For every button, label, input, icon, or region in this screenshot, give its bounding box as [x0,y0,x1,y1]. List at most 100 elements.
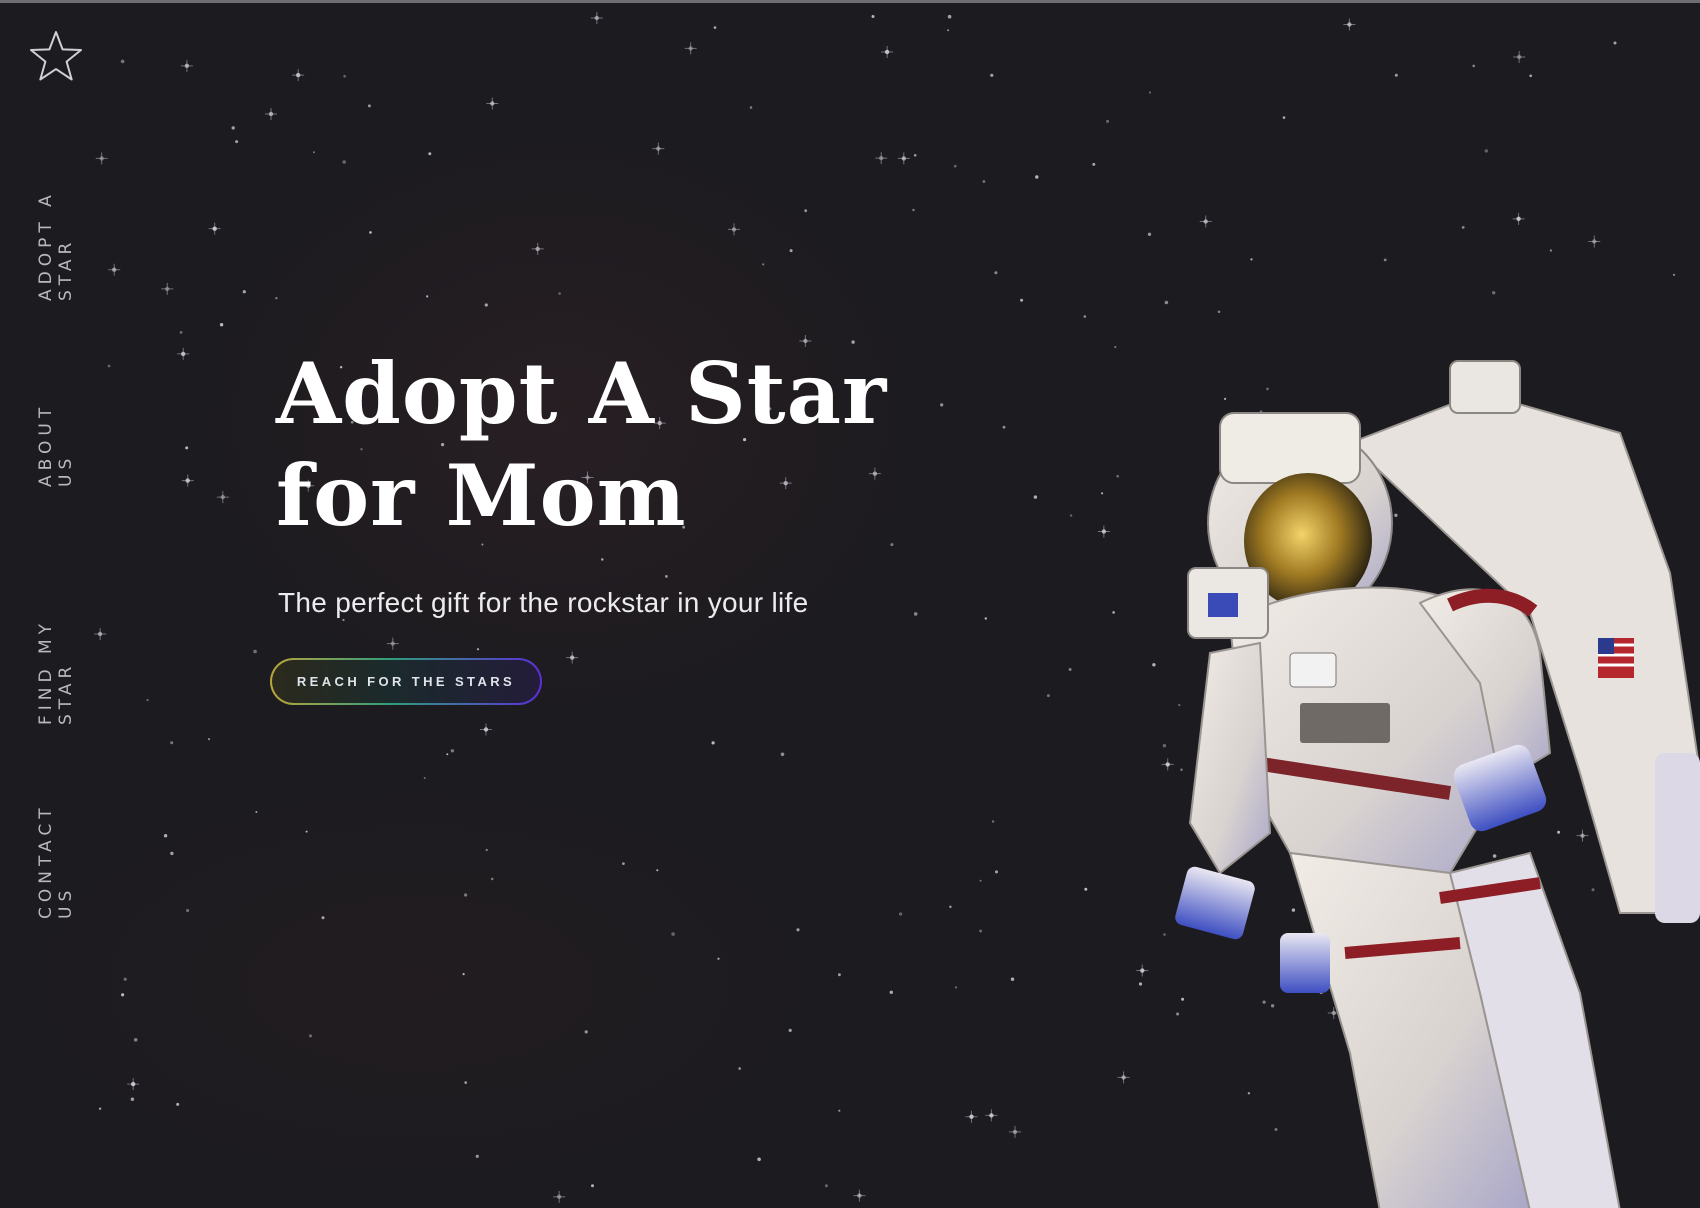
side-navigation: ADOPT A STAR ABOUT US FIND MY STAR CONTA… [36,3,76,1208]
nav-find-my-star[interactable]: FIND MY STAR [36,551,76,725]
star-sparkle [1136,964,1149,977]
star-sparkle [479,723,492,736]
hero-section: Adopt A Star for Mom The perfect gift fo… [276,343,896,619]
star-dot [367,104,371,108]
star-sparkle [486,97,499,110]
star-dot [428,152,432,156]
star-sparkle [161,282,174,295]
star-dot [1084,887,1088,891]
star-dot [123,977,127,981]
star-sparkle [566,651,579,664]
star-sparkle [684,42,697,55]
star-dot [369,231,372,234]
star-dot [207,738,211,741]
star-dot [1472,64,1475,68]
star-dot [1147,232,1152,236]
star-sparkle [1343,18,1356,31]
star-dot [995,870,998,874]
star-dot [170,851,174,856]
star-sparkle [1097,525,1110,538]
star-dot [121,993,125,997]
star-sparkle [180,59,193,72]
star-dot [994,271,998,275]
star-dot [484,303,488,307]
star-sparkle [728,223,741,236]
star-dot [1069,514,1073,517]
star-dot [1068,668,1072,671]
star-dot [1002,425,1006,429]
star-dot [947,14,952,19]
star-dot [343,74,346,78]
star-dot [426,295,429,298]
star-dot [913,612,918,616]
star-sparkle [881,45,894,58]
star-dot [1383,258,1387,262]
star-dot [762,263,765,266]
star-dot [979,929,982,933]
star-dot [671,932,675,936]
reach-for-the-stars-button[interactable]: REACH FOR THE STARS [270,658,542,705]
star-dot [947,29,950,32]
star-dot [717,957,720,960]
star-dot [242,290,246,294]
hero-title: Adopt A Star for Mom [276,343,896,547]
star-dot [1672,273,1676,276]
star-dot [423,777,426,779]
star-dot [824,1184,828,1188]
star-dot [838,973,841,977]
star-dot [953,164,957,168]
star-sparkle [127,1078,140,1091]
star-dot [982,180,986,183]
star-dot [1092,162,1096,166]
star-sparkle [95,152,108,165]
star-dot [789,249,793,253]
star-dot [591,1184,594,1188]
star-sparkle [94,628,107,641]
star-dot [235,140,239,144]
nav-adopt-a-star[interactable]: ADOPT A STAR [36,123,76,301]
star-dot [321,916,325,920]
star-dot [749,106,753,109]
star-dot [913,154,917,157]
star-sparkle [965,1110,978,1123]
star-dot [107,364,111,368]
star-dot [979,879,982,882]
nav-about-us[interactable]: ABOUT US [36,365,76,487]
star-sparkle [1588,235,1601,248]
star-dot [1020,298,1024,302]
star-dot [1114,345,1117,349]
star-dot [120,59,125,64]
star-sparkle [1199,215,1212,228]
star-sparkle [897,152,910,165]
star-dot [185,446,189,450]
star-dot [446,753,449,756]
star-sparkle [1117,1071,1130,1084]
star-dot [98,1107,102,1110]
star-dot [899,912,903,916]
star-dot [255,811,258,813]
star-dot [713,26,717,29]
star-dot [490,877,494,881]
star-dot [462,973,465,976]
star-dot [940,403,944,407]
star-dot [1083,315,1087,318]
star-dot [1484,149,1489,153]
nav-contact-us[interactable]: CONTACT US [36,781,76,919]
star-dot [485,848,488,852]
star-dot [275,297,278,300]
star-dot [796,928,800,932]
star-dot [1106,119,1110,123]
star-dot [186,908,190,913]
star-dot [342,160,347,164]
star-dot [163,834,168,838]
star-dot [219,323,224,327]
star-dot [313,151,315,154]
star-dot [889,990,893,994]
star-sparkle [216,491,229,504]
star-sparkle [108,263,121,276]
star-dot [1461,226,1465,229]
star-dot [1101,492,1104,495]
star-dot [656,869,659,872]
star-dot [1148,91,1152,94]
star-dot [475,1154,479,1158]
